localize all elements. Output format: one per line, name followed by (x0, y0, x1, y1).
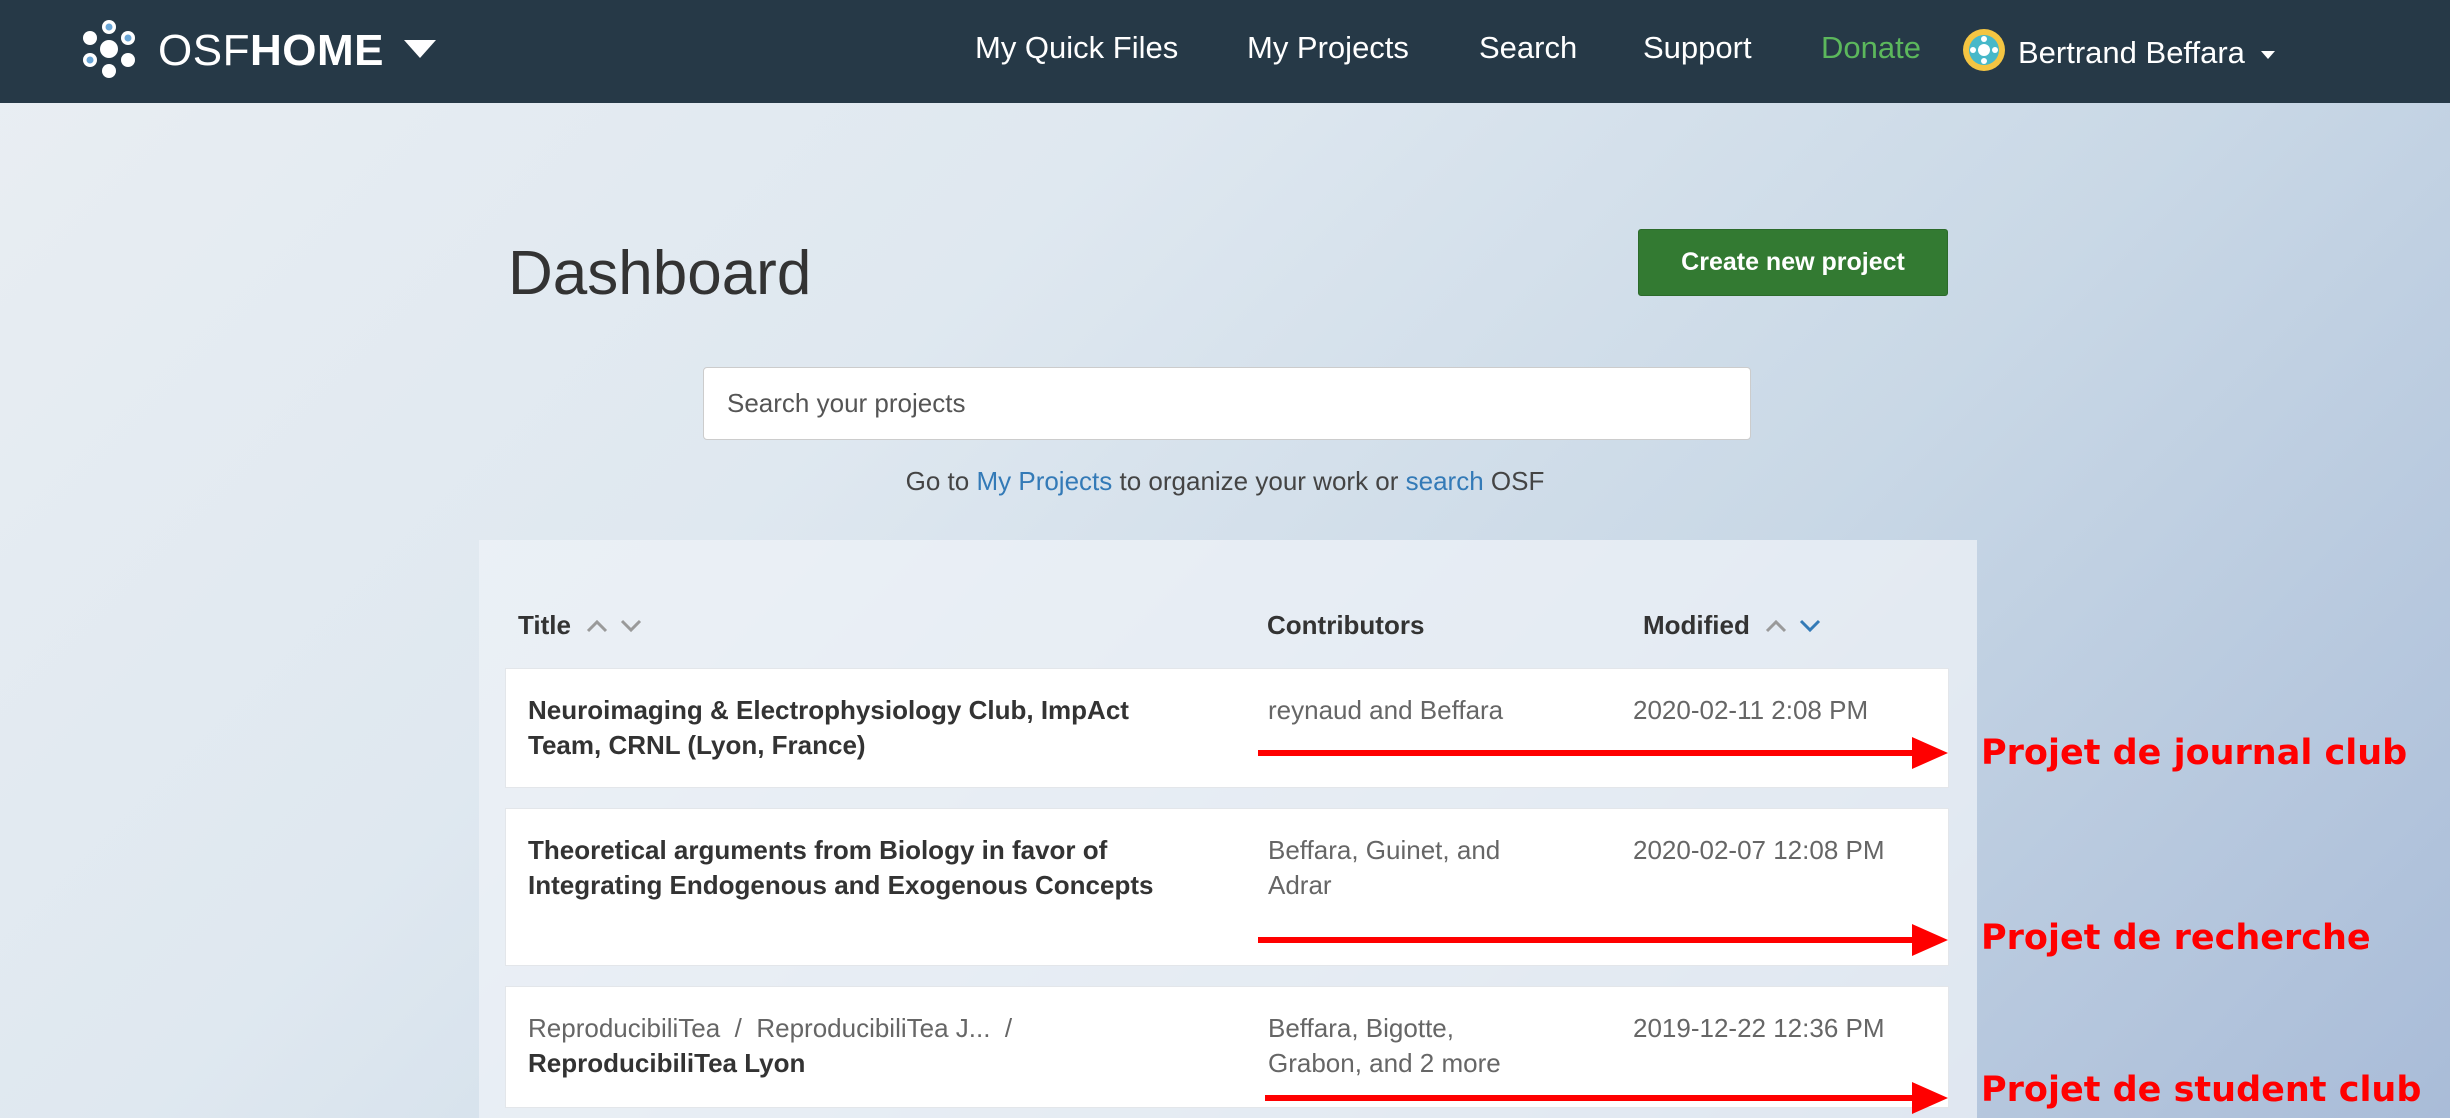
user-menu[interactable]: Bertrand Beffara (1962, 28, 2275, 77)
column-header-contributors: Contributors (1267, 610, 1425, 640)
project-modified: 2019-12-22 12:36 PM (1633, 1013, 1885, 1043)
project-title[interactable]: Theoretical arguments from Biology in fa… (528, 833, 1208, 903)
helper-text: Go to My Projects to organize your work … (905, 466, 1545, 496)
page-title: Dashboard (508, 239, 812, 308)
nav-search[interactable]: Search (1479, 30, 1577, 66)
nav-support[interactable]: Support (1643, 30, 1752, 66)
annotation-label: Projet de recherche (1981, 918, 2371, 958)
user-name: Bertrand Beffara (2018, 34, 2245, 70)
column-header-title: Title (518, 610, 643, 641)
nav-donate[interactable]: Donate (1821, 30, 1921, 66)
sort-descending-icon[interactable] (619, 618, 643, 634)
caret-down-icon (402, 37, 438, 66)
sort-ascending-icon[interactable] (585, 618, 609, 634)
project-modified: 2020-02-11 2:08 PM (1633, 695, 1869, 725)
project-contributors: reynaud and Beffara (1268, 695, 1504, 725)
project-title[interactable]: Neuroimaging & Electrophysiology Club, I… (528, 693, 1208, 763)
project-breadcrumb[interactable]: ReproducibiliTea / ReproducibiliTea J...… (528, 1013, 1012, 1043)
annotation-label: Projet de student club (1981, 1070, 2422, 1110)
nav-my-quick-files[interactable]: My Quick Files (975, 30, 1178, 66)
osf-home-menu[interactable]: OSFHOME (78, 18, 438, 84)
project-title[interactable]: ReproducibiliTea / ReproducibiliTea J...… (528, 1011, 1208, 1081)
user-avatar-icon (1962, 28, 2006, 77)
create-new-project-button[interactable]: Create new project (1638, 229, 1948, 296)
my-projects-link[interactable]: My Projects (976, 466, 1112, 496)
project-row[interactable]: Neuroimaging & Electrophysiology Club, I… (505, 668, 1949, 788)
project-row[interactable]: ReproducibiliTea / ReproducibiliTea J...… (505, 986, 1949, 1108)
search-osf-link[interactable]: search (1406, 466, 1484, 496)
search-projects-input[interactable] (703, 367, 1751, 440)
project-contributors: Beffara, Bigotte, Grabon, and 2 more (1268, 1013, 1501, 1078)
column-header-modified: Modified (1643, 610, 1822, 641)
top-navbar: OSFHOME My Quick Files My Projects Searc… (0, 0, 2450, 103)
caret-down-icon (2260, 50, 2275, 59)
project-contributors: Beffara, Guinet, and Adrar (1268, 835, 1501, 900)
osf-logo-icon (78, 18, 140, 85)
project-row[interactable]: Theoretical arguments from Biology in fa… (505, 808, 1949, 966)
nav-my-projects[interactable]: My Projects (1247, 30, 1409, 66)
annotation-label: Projet de journal club (1981, 733, 2408, 773)
sort-descending-icon[interactable] (1798, 618, 1822, 634)
sort-ascending-icon[interactable] (1764, 618, 1788, 634)
brand-name: OSFHOME (158, 26, 384, 75)
project-modified: 2020-02-07 12:08 PM (1633, 835, 1885, 865)
